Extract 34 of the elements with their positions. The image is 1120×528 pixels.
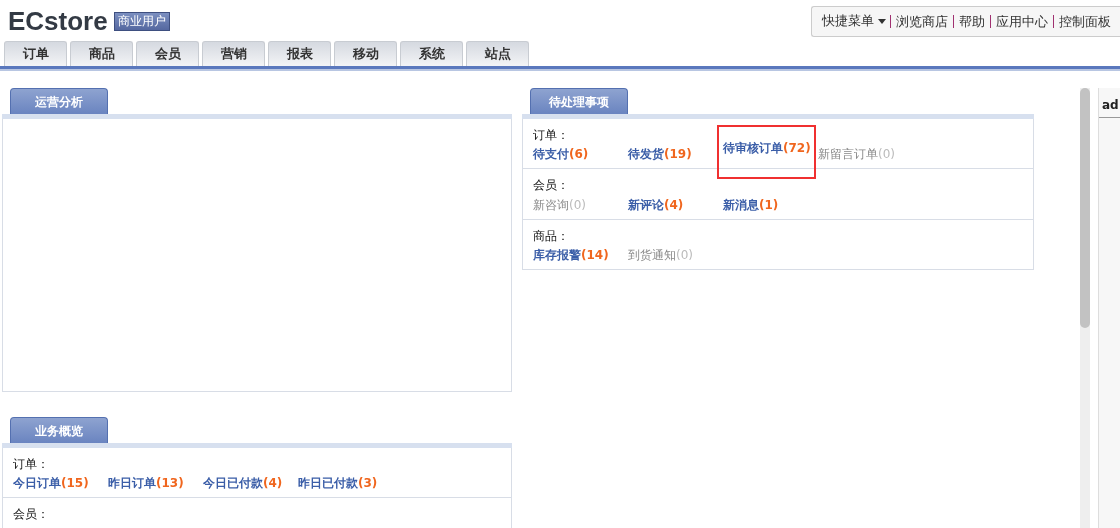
section-heading: 订单： — [533, 128, 570, 143]
nav-tab[interactable]: 站点 — [466, 41, 529, 66]
task-link[interactable]: 库存报警(14) — [533, 246, 628, 265]
nav-tab[interactable]: 营销 — [202, 41, 265, 66]
nav-tab[interactable]: 系统 — [400, 41, 463, 66]
task-link[interactable]: 今日订单(15) — [13, 474, 108, 493]
task-link[interactable]: 昨日已付款(3) — [298, 474, 393, 493]
scrollbar[interactable] — [1080, 88, 1090, 528]
caret-icon[interactable] — [878, 18, 886, 24]
section-heading: 订单： — [13, 457, 50, 472]
nav-tab[interactable]: 商品 — [70, 41, 133, 66]
nav-tab[interactable]: 订单 — [4, 41, 67, 66]
top-link[interactable]: 帮助 — [953, 14, 990, 28]
top-link[interactable]: 浏览商店 — [890, 14, 953, 28]
task-link[interactable]: 到货通知(0) — [628, 246, 723, 265]
top-link[interactable]: 控制面板 — [1053, 14, 1116, 28]
task-link[interactable]: 昨日订单(13) — [108, 474, 203, 493]
nav-tab[interactable]: 会员 — [136, 41, 199, 66]
task-link[interactable]: 今日已付款(4) — [203, 474, 298, 493]
brand-logo: ECstore — [8, 6, 108, 36]
task-link[interactable]: 新消息(1) — [723, 195, 818, 214]
section-heading: 会员： — [533, 178, 570, 193]
quick-menu-dropdown[interactable]: 快捷菜单 — [822, 12, 874, 31]
side-panel-title: ad — [1099, 96, 1120, 118]
nav-tab[interactable]: 报表 — [268, 41, 331, 66]
nav-tab[interactable]: 移动 — [334, 41, 397, 66]
section-heading: 会员： — [13, 507, 50, 522]
section-heading: 商品： — [533, 228, 570, 244]
user-type-label: 商业用户 — [113, 11, 170, 31]
task-link[interactable]: 新评论(4) — [628, 195, 723, 214]
top-link[interactable]: 应用中心 — [990, 14, 1053, 28]
task-link[interactable]: 新咨询(0) — [533, 195, 628, 214]
task-link[interactable]: 待支付(6) — [533, 145, 628, 164]
task-link[interactable]: 新留言订单(0) — [818, 145, 913, 164]
